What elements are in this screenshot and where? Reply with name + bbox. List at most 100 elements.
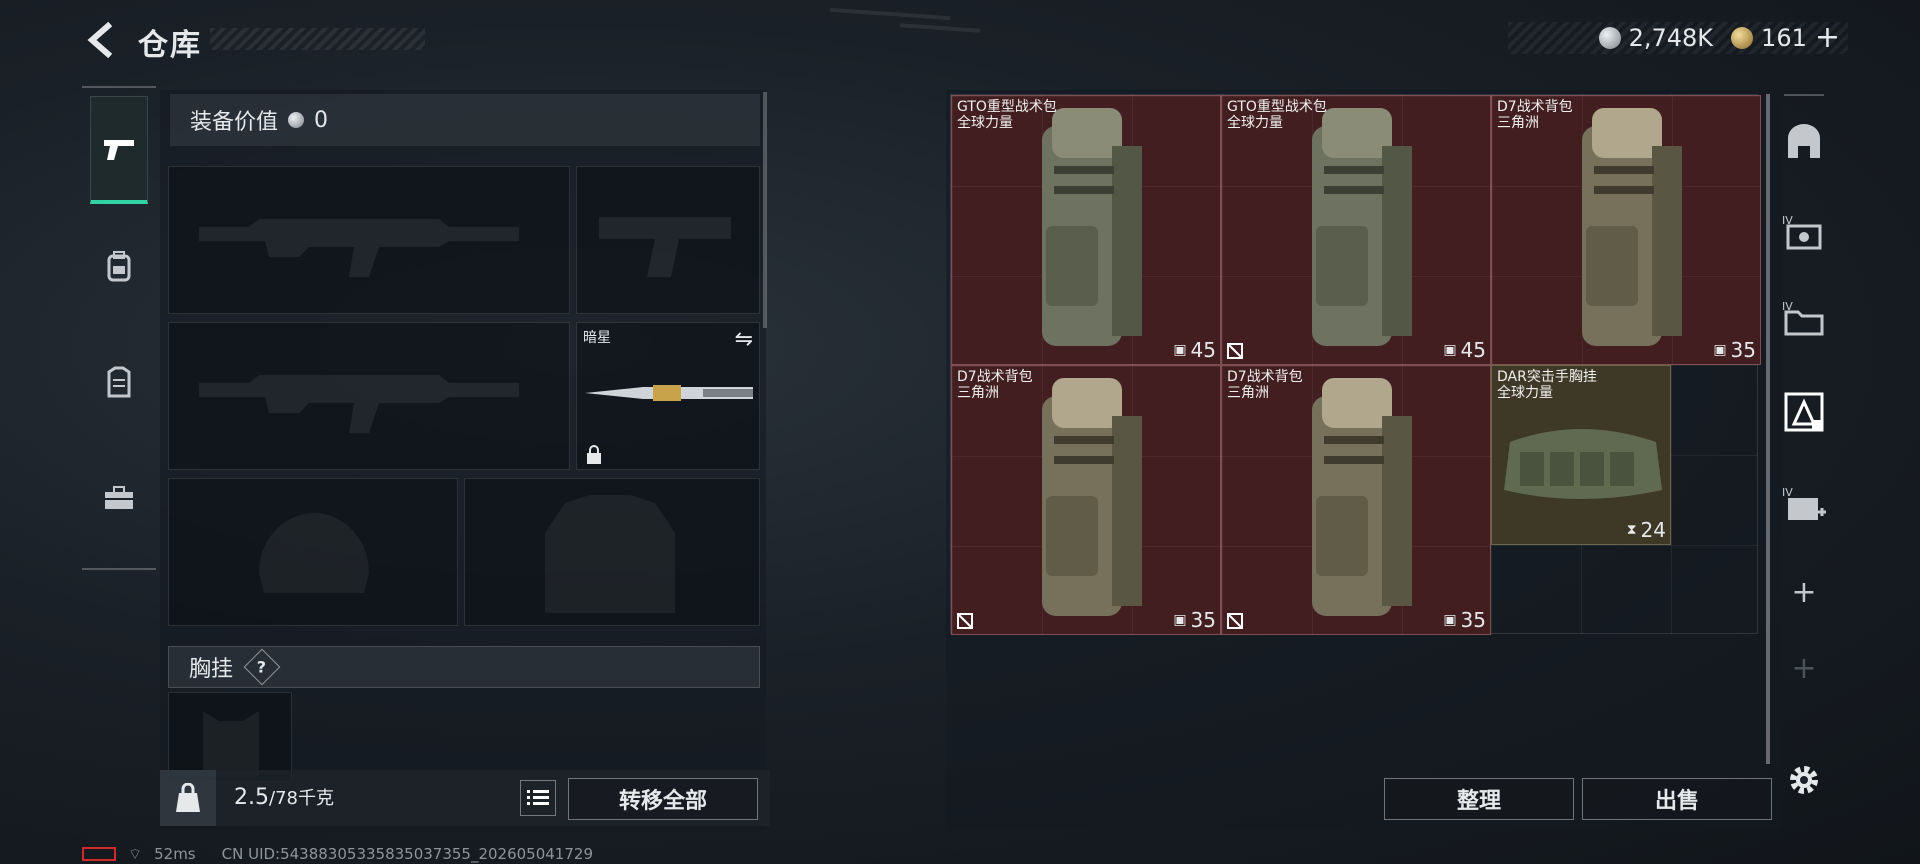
storage-selected-icon	[1784, 392, 1824, 432]
melee-slot-label: 暗星	[583, 330, 611, 346]
heavy-backpack-icon	[1042, 108, 1142, 346]
heavy-backpack-icon	[1312, 108, 1412, 346]
svg-text:IV: IV	[1782, 486, 1793, 499]
storage-item[interactable]: GTO重型战术包 全球力量 ▣ 45	[951, 95, 1221, 365]
secondary-weapon-slot[interactable]	[576, 166, 760, 314]
equipment-value: 0	[314, 107, 329, 133]
swap-icon[interactable]: ⇋	[735, 327, 753, 352]
add-currency-button[interactable]: +	[1815, 23, 1840, 53]
transfer-all-button[interactable]: 转移全部	[568, 778, 758, 820]
top-header: 仓库 2,748K 161 +	[0, 0, 1920, 80]
rifle-silhouette-icon	[199, 219, 519, 277]
currency-bar: 2,748K 161 +	[1508, 22, 1848, 54]
unusable-flag-icon	[1227, 613, 1243, 629]
tactical-backpack-icon	[1582, 108, 1682, 346]
weight-lock-button[interactable]	[160, 770, 216, 826]
backpack-capacity-icon: ▣	[1443, 612, 1457, 628]
primary-weapon-slot[interactable]	[168, 166, 570, 314]
backpack-capacity-icon: ▣	[1173, 612, 1187, 628]
nav-supplies[interactable]	[90, 444, 148, 552]
list-icon	[527, 790, 549, 805]
add-storage-disabled-button: +	[1791, 650, 1817, 686]
gold-currency: 161 +	[1731, 23, 1840, 53]
item-name: GTO重型战术包 全球力量	[957, 99, 1057, 131]
wifi-icon: ⌔	[128, 844, 143, 863]
tactical-backpack-icon	[1312, 378, 1412, 616]
tactical-backpack-icon	[1042, 378, 1142, 616]
nav-armor[interactable]	[90, 328, 148, 436]
sell-button[interactable]: 出售	[1582, 778, 1772, 820]
silver-coin-icon	[1598, 27, 1621, 49]
item-name: D7战术背包 三角洲	[1227, 369, 1303, 401]
bunker-icon	[1788, 124, 1820, 158]
knife-icon	[585, 385, 753, 401]
sort-button[interactable]: 整理	[1384, 778, 1574, 820]
medkit-iv-icon: IV	[1782, 486, 1826, 520]
chest-rig-silhouette-icon	[203, 711, 259, 777]
help-icon[interactable]: ?	[243, 648, 281, 686]
equipment-value-label: 装备价值	[190, 110, 279, 135]
gear-icon	[1790, 766, 1818, 794]
lock-icon	[587, 445, 601, 464]
settings-button[interactable]	[1784, 760, 1824, 800]
tab-storage-selected[interactable]	[1776, 384, 1832, 440]
weight-current: 2.5	[234, 785, 269, 810]
weight-icon	[176, 783, 200, 812]
storage-item[interactable]: GTO重型战术包 全球力量 ▣ 45	[1221, 95, 1491, 365]
backpack-capacity-icon: ▣	[1713, 342, 1727, 358]
weight-capacity: /78千克	[269, 788, 334, 809]
folder-iv-icon: IV	[1782, 300, 1824, 336]
chest-rig-slot[interactable]	[168, 692, 292, 782]
nav-backpack[interactable]	[90, 212, 148, 320]
status-bar: ⌔ 52ms CN UID:543883053358350373​55_2026…	[82, 844, 593, 864]
storage-item[interactable]: D7战术背包 三角洲 ▣ 35	[1491, 95, 1761, 365]
storage-item[interactable]: DAR突击手胸挂 全球力量 ⧗ 24	[1491, 365, 1671, 545]
helmet-silhouette-icon	[259, 513, 369, 593]
pistol-icon	[104, 139, 134, 160]
armor-slot[interactable]	[464, 478, 760, 626]
storage-item[interactable]: D7战术背包 三角洲 ▣ 35	[951, 365, 1221, 635]
add-storage-button[interactable]: +	[1776, 564, 1832, 620]
backpack-capacity-icon: ▣	[1173, 342, 1187, 358]
tab-bunker[interactable]	[1776, 114, 1832, 170]
unusable-flag-icon	[957, 613, 973, 629]
back-button[interactable]	[80, 20, 120, 60]
item-capacity: ⧗ 24	[1626, 518, 1666, 542]
melee-slot[interactable]: 暗星 ⇋	[576, 322, 760, 470]
chest-rig-icon	[1504, 429, 1662, 499]
item-name: GTO重型战术包 全球力量	[1227, 99, 1327, 131]
category-nav	[82, 86, 156, 570]
vest-icon	[107, 366, 131, 398]
gold-amount: 161	[1761, 24, 1807, 52]
nav-weapons[interactable]	[90, 96, 148, 204]
storage-scrollbar[interactable]	[1766, 94, 1770, 764]
equipment-scrollbar[interactable]	[763, 92, 767, 328]
battery-icon	[82, 847, 116, 861]
tab-medkit-iv[interactable]: IV	[1776, 476, 1832, 532]
storage-iv-icon: IV	[1782, 214, 1822, 250]
item-name: D7战术背包 三角洲	[957, 369, 1033, 401]
tab-storage-iv[interactable]: IV	[1776, 204, 1832, 260]
silver-amount: 2,748K	[1628, 24, 1714, 52]
chest-rig-header: 胸挂 ?	[168, 646, 760, 688]
storage-grid: GTO重型战术包 全球力量 ▣ 45 GTO重型战术包 全球力量 ▣ 45 D7…	[950, 94, 1761, 635]
helmet-slot[interactable]	[168, 478, 458, 626]
secondary-primary-slot[interactable]	[168, 322, 570, 470]
divider	[1784, 94, 1824, 96]
item-capacity: ▣ 35	[1173, 608, 1216, 632]
ping-readout: 52ms	[154, 845, 196, 863]
storage-item[interactable]: D7战术背包 三角洲 ▣ 35	[1221, 365, 1491, 635]
tab-folder-iv[interactable]: IV	[1776, 290, 1832, 346]
storage-panel: GTO重型战术包 全球力量 ▣ 45 GTO重型战术包 全球力量 ▣ 45 D7…	[946, 90, 1782, 830]
weight-readout: 2.5/78千克	[234, 784, 334, 810]
title-decoration	[210, 28, 425, 50]
chest-rig-label: 胸挂	[189, 657, 234, 682]
item-name: D7战术背包 三角洲	[1497, 99, 1573, 131]
chest-rig-capacity-icon: ⧗	[1626, 522, 1637, 538]
backpack-icon	[107, 251, 131, 282]
gold-coin-icon	[1731, 27, 1754, 49]
item-capacity: ▣ 45	[1443, 338, 1486, 362]
item-name: DAR突击手胸挂 全球力量	[1497, 369, 1597, 401]
item-capacity: ▣ 35	[1713, 338, 1756, 362]
list-view-button[interactable]	[520, 780, 556, 816]
